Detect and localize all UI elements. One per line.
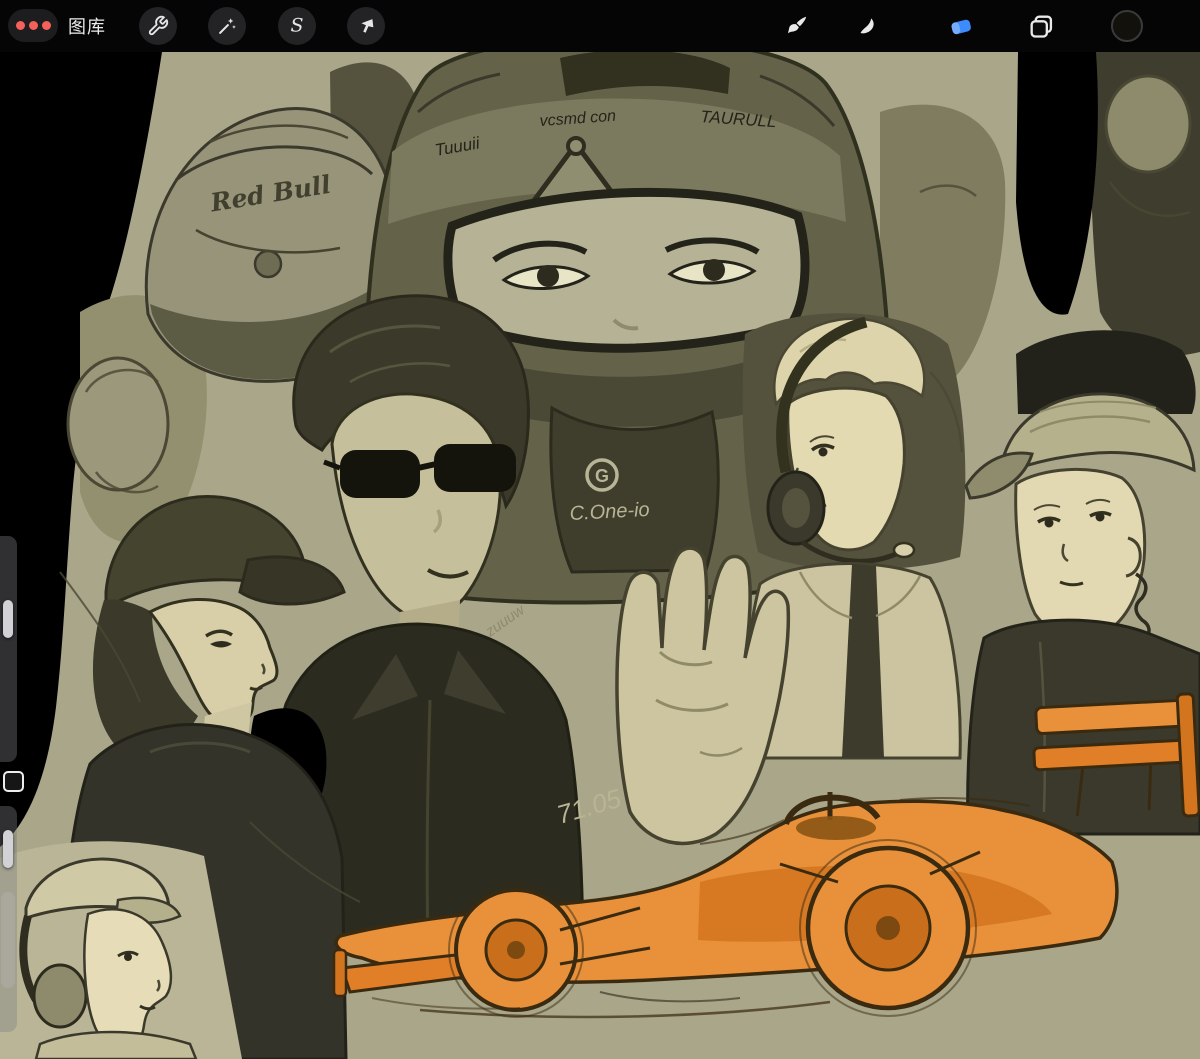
brush-opacity-handle[interactable] — [3, 830, 13, 868]
brush-sidebar — [0, 0, 30, 1059]
color-swatch-icon — [1110, 9, 1144, 43]
svg-text:S: S — [290, 15, 303, 37]
canvas-artwork: Red Bull Tuuuii vcsmd con TAURULL G C.On… — [0, 52, 1200, 1059]
window-dot-icon — [41, 21, 51, 30]
opacity-track-glow — [1, 892, 15, 988]
toolbar: 图库 S — [0, 0, 1200, 52]
paint-tool-button[interactable] — [777, 6, 817, 46]
modify-button[interactable] — [3, 771, 24, 792]
window-dot-icon — [28, 21, 38, 30]
artwork-scribble: C.One-io — [569, 499, 650, 525]
actions-button[interactable] — [139, 7, 177, 45]
eraser-icon — [946, 11, 976, 41]
wrench-icon — [147, 15, 169, 37]
app-window: 图库 S Red Bull Tuuuii vcsmd con TAURULL G… — [0, 0, 1200, 1059]
window-dot-icon — [15, 21, 25, 30]
artwork-kid — [0, 841, 242, 1059]
layers-icon — [1027, 12, 1055, 40]
paintbrush-icon — [784, 13, 810, 39]
magic-wand-icon — [216, 15, 238, 37]
selection-button[interactable]: S — [278, 7, 316, 45]
artwork-suit-logo: G — [595, 466, 609, 486]
color-swatch-button[interactable] — [1107, 6, 1147, 46]
brush-opacity-slider[interactable] — [0, 806, 17, 1032]
smudge-tool-button[interactable] — [847, 6, 887, 46]
layers-button[interactable] — [1021, 6, 1061, 46]
adjustments-button[interactable] — [208, 7, 246, 45]
transform-arrow-icon — [355, 15, 377, 37]
brush-size-handle[interactable] — [3, 600, 13, 638]
transform-button[interactable] — [347, 7, 385, 45]
canvas[interactable]: Red Bull Tuuuii vcsmd con TAURULL G C.On… — [0, 52, 1200, 1059]
selection-s-icon: S — [285, 14, 309, 38]
window-controls[interactable] — [8, 9, 58, 42]
erase-tool-button[interactable] — [941, 6, 981, 46]
brush-size-slider[interactable] — [0, 536, 17, 762]
smudge-icon — [854, 13, 880, 39]
gallery-button[interactable]: 图库 — [68, 0, 106, 52]
